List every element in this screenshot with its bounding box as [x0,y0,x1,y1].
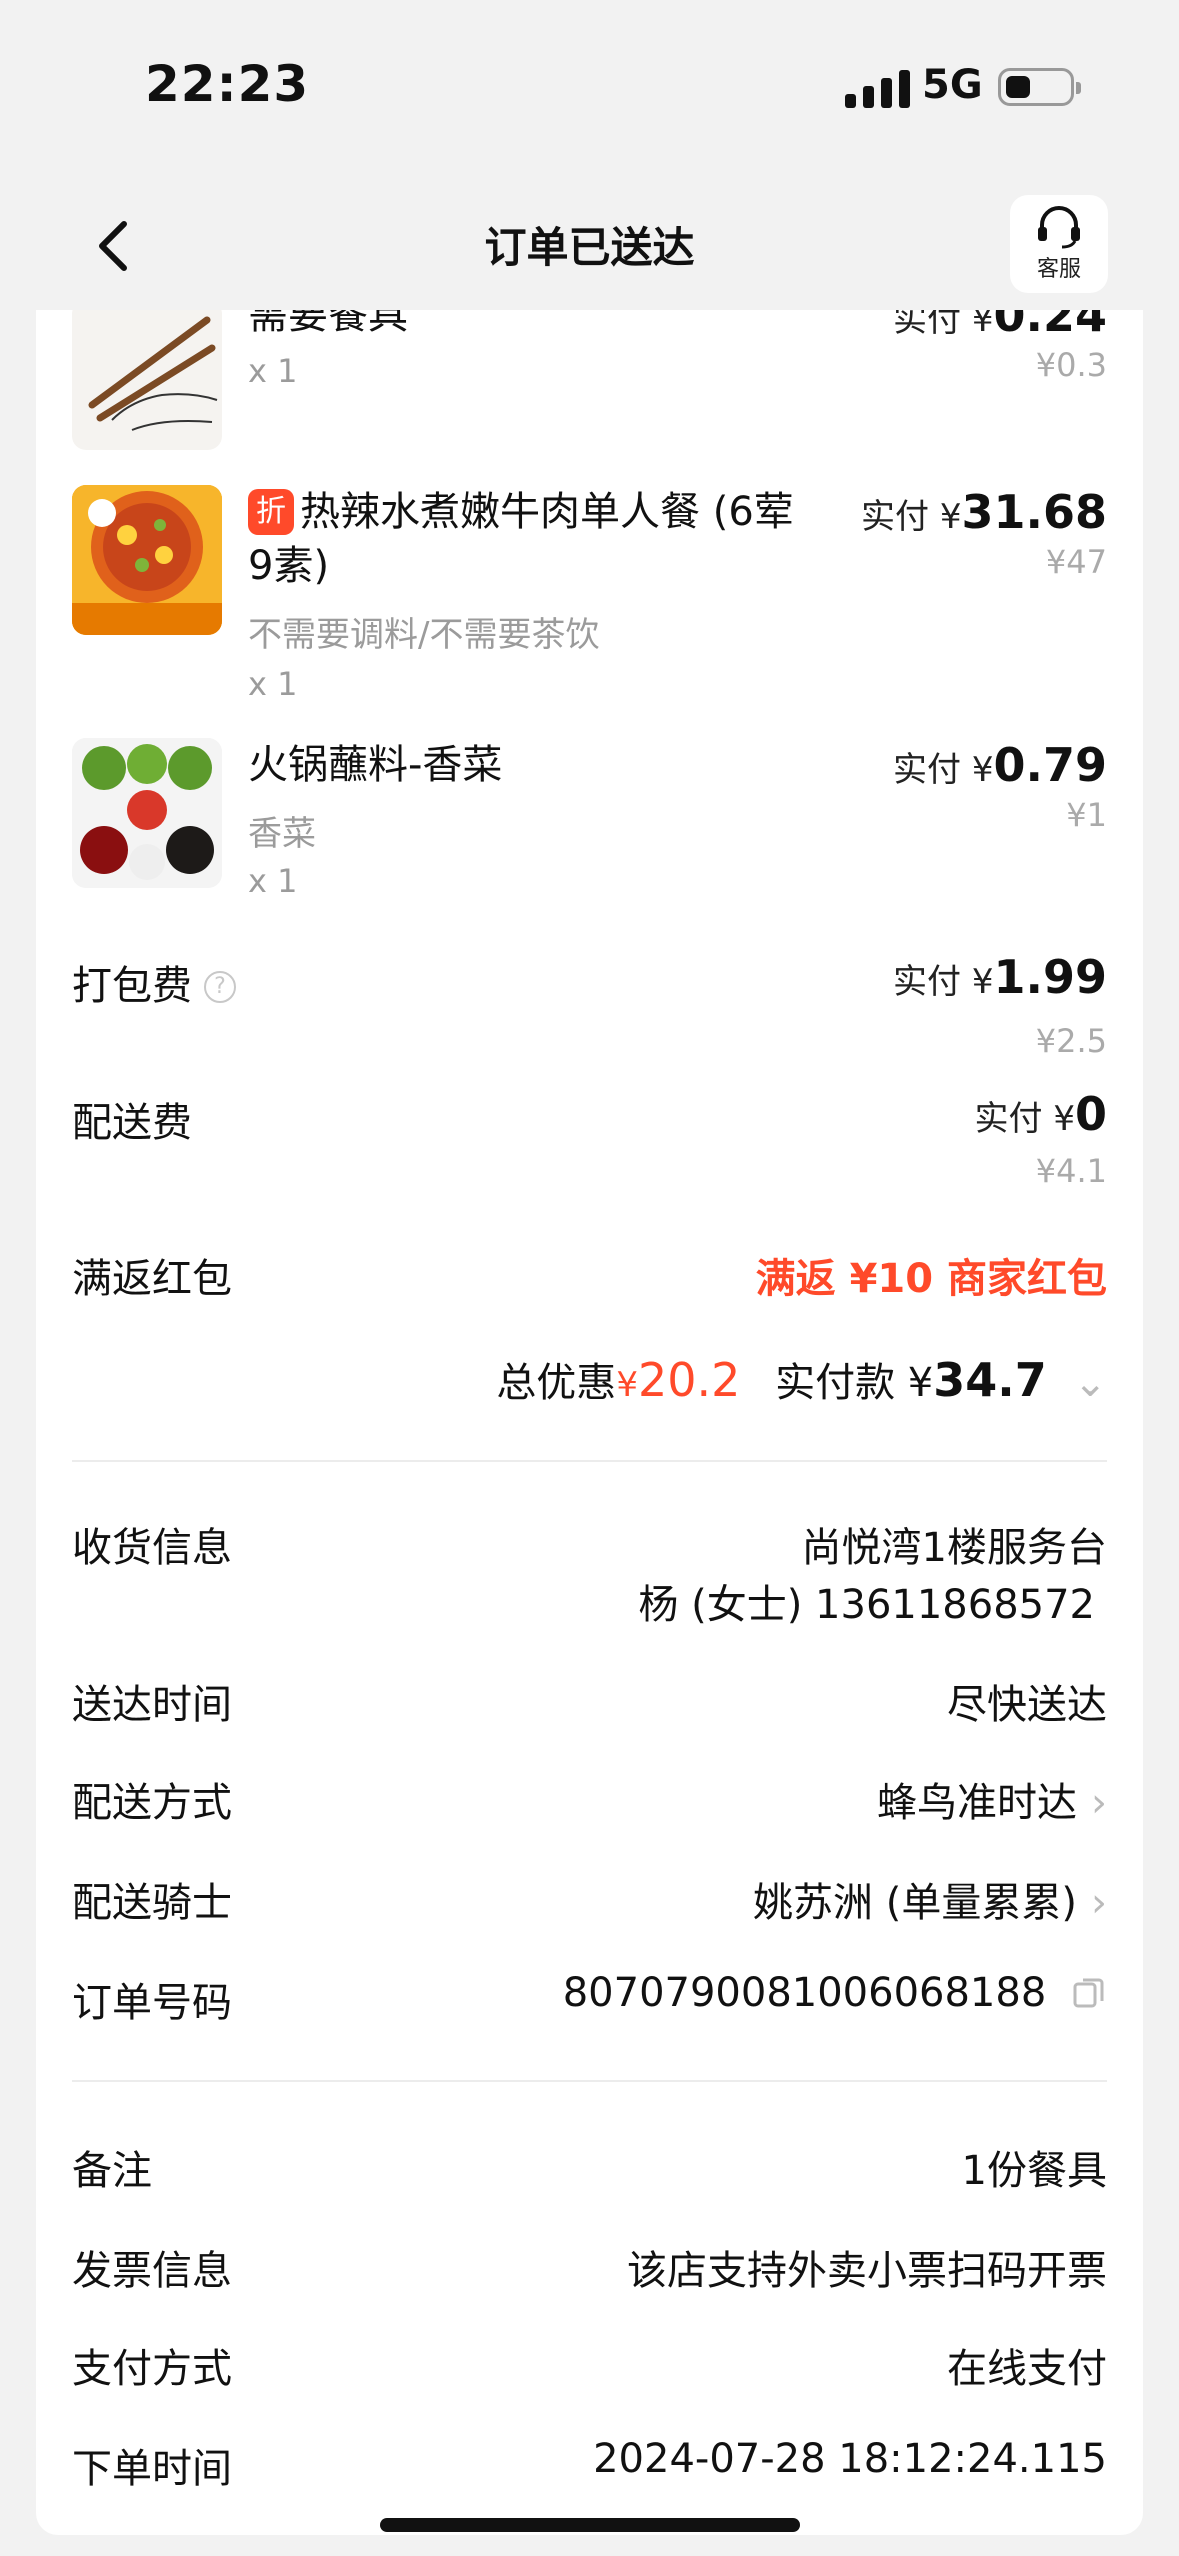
invoice-label: 发票信息 [72,2248,232,2294]
item-original-price: ¥1 [1066,796,1107,834]
item-paid: 实付 ¥0.24 [893,310,1107,342]
headset-icon [1038,206,1080,249]
battery-icon [998,68,1081,106]
page-title: 订单已送达 [484,223,695,272]
item-qty: x 1 [248,665,298,703]
invoice-value: 该店支持外卖小票扫码开票 [627,2248,1107,2294]
network-type: 5G [922,62,983,108]
customer-service-button[interactable]: 客服 [1010,195,1108,293]
dipping-sauce-image [72,738,222,888]
status-bar: 22:23 5G [0,0,1179,180]
discount-badge: 折 [248,489,294,535]
address-value: 尚悦湾1楼服务台 [801,1525,1107,1571]
packing-fee-original: ¥2.5 [1035,1022,1107,1060]
home-indicator[interactable] [380,2518,800,2532]
item-name: 需要餐具 [248,310,408,338]
total-amount: 34.7 [933,1353,1047,1407]
item-paid: 实付 ¥31.68 [861,485,1107,539]
payment-method-label: 支付方式 [72,2346,232,2392]
order-time-label: 下单时间 [72,2446,232,2492]
order-card: 需要餐具 x 1 实付 ¥0.24 ¥0.3 折热辣水煮嫩牛肉单人餐 (6荤 9… [36,310,1143,2535]
delivery-fee-label: 配送费 [72,1100,192,1146]
copy-icon[interactable] [1071,1974,1107,2020]
note-value: 1份餐具 [961,2148,1107,2194]
delivery-time-label: 送达时间 [72,1682,232,1728]
chopsticks-image [72,310,222,450]
divider [72,1460,1107,1462]
item-name: 火锅蘸料-香菜 [248,742,503,788]
item-spec: 不需要调料/不需要茶饮 [248,615,600,655]
list-item: 火锅蘸料-香菜 香菜 x 1 实付 ¥0.79 ¥1 [36,738,1143,908]
order-number-label: 订单号码 [72,1980,232,2026]
item-spec: 香菜 [248,814,316,854]
list-item: 折热辣水煮嫩牛肉单人餐 (6荤 9素) 不需要调料/不需要茶饮 x 1 实付 ¥… [36,485,1143,715]
delivery-method-label: 配送方式 [72,1780,232,1826]
order-time-value: 2024-07-28 18:12:24.115 [593,2436,1107,2482]
item-original-price: ¥47 [1045,543,1107,581]
packing-fee-paid: 实付 ¥1.99 [893,950,1107,1004]
item-paid: 实付 ¥0.79 [893,738,1107,792]
address-label: 收货信息 [72,1525,232,1571]
order-summary[interactable]: 总优惠¥20.2 实付款 ¥34.7 ⌄ [496,1350,1107,1408]
help-icon[interactable]: ? [204,971,236,1003]
status-time: 22:23 [145,55,310,113]
rider-value[interactable]: 姚苏洲 (单量累累) › [753,1870,1107,1928]
rider-label: 配送骑士 [72,1880,232,1926]
redpacket-value: 满返 ¥10 商家红包 [755,1256,1107,1302]
item-original-price: ¥0.3 [1035,346,1107,384]
divider [72,2080,1107,2082]
packing-fee-label: 打包费? [72,953,236,1011]
note-label: 备注 [72,2148,152,2194]
nav-bar: 订单已送达 客服 [0,180,1179,310]
beef-hotpot-image [72,485,222,635]
signal-icon [845,68,910,108]
delivery-fee-original: ¥4.1 [1035,1152,1107,1190]
chevron-down-icon: ⌄ [1073,1360,1107,1406]
order-number-value: 8070790081006068188 [563,1970,1107,2020]
contact-value: 杨 (女士) 13611868572 [638,1582,1095,1628]
delivery-method-value[interactable]: 蜂鸟准时达 › [877,1770,1107,1828]
delivery-fee-paid: 实付 ¥0 [974,1087,1107,1141]
payment-method-value: 在线支付 [947,2346,1107,2392]
item-qty: x 1 [248,862,298,900]
item-qty: x 1 [248,352,298,390]
redpacket-label: 满返红包 [72,1256,232,1302]
list-item: 需要餐具 x 1 实付 ¥0.24 ¥0.3 [36,310,1143,460]
item-name: 折热辣水煮嫩牛肉单人餐 (6荤 9素) [248,489,794,589]
chevron-right-icon: › [1091,1880,1107,1926]
discount-amount: 20.2 [637,1353,741,1407]
chevron-right-icon: › [1091,1780,1107,1826]
delivery-time-value: 尽快送达 [947,1682,1107,1728]
service-label: 客服 [1036,257,1081,282]
